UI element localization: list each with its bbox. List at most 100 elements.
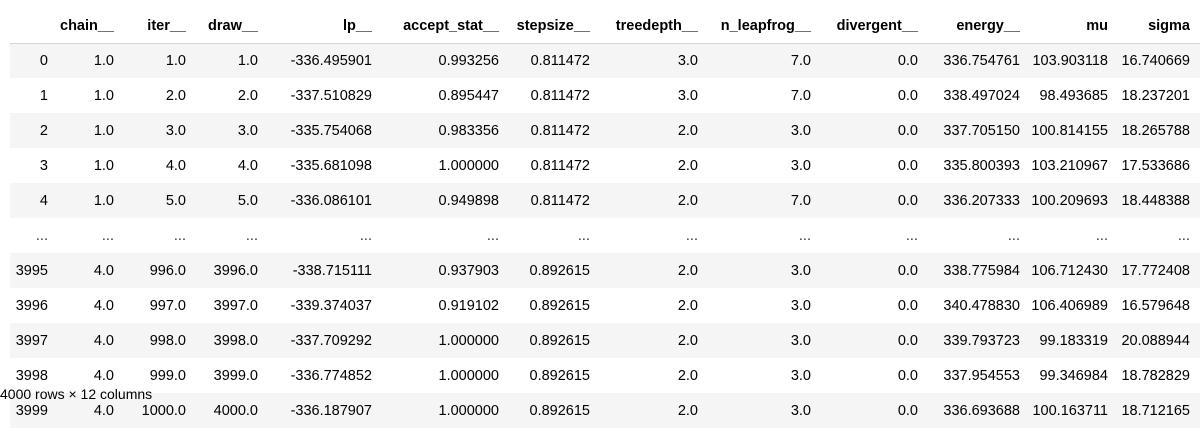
row-index: 3996 (15, 297, 48, 314)
table-cell: 337.954553 (943, 367, 1020, 384)
table-row: 4 1.0 5.0 5.0 -336.086101 0.949898 0.811472 2.0… (10, 183, 1200, 218)
table-cell: 0.0 (897, 52, 918, 69)
table-cell: 2.0 (677, 157, 698, 174)
table-cell: 336.693688 (943, 402, 1020, 419)
column-header: divergent__ (821, 9, 928, 44)
table-cell: 16.740669 (1121, 52, 1190, 69)
table-cell: ... (101, 227, 114, 244)
table-row: 3 1.0 4.0 4.0 -335.681098 1.000000 0.811472 2.0… (10, 148, 1200, 183)
table-cell: ... (685, 227, 698, 244)
table-cell: 3998.0 (213, 332, 258, 349)
row-index: 0 (39, 52, 48, 69)
table-row: 3998 4.0 999.0 3999.0 -336.774852 1.000000 0.8… (10, 358, 1200, 393)
header-row: chain__ iter__ draw__ lp__ accept_stat__ step… (10, 9, 1200, 44)
table-cell: ... (245, 227, 258, 244)
column-header: treedepth__ (600, 9, 708, 44)
table-cell: 3997.0 (213, 297, 258, 314)
table-cell: ... (577, 227, 590, 244)
table-cell: 3.0 (677, 52, 698, 69)
table-cell: 18.237201 (1121, 87, 1190, 104)
table-cell: 99.346984 (1039, 367, 1108, 384)
table-cell: 2.0 (677, 367, 698, 384)
table-cell: 4.0 (93, 297, 114, 314)
table-cell: 1.0 (93, 52, 114, 69)
column-header: lp__ (268, 9, 382, 44)
row-index: ... (35, 227, 48, 244)
table-cell: 1.0 (237, 52, 258, 69)
table-cell: -337.709292 (290, 332, 372, 349)
table-cell: 3.0 (677, 87, 698, 104)
table-cell: 1.000000 (438, 367, 499, 384)
table-cell: 0.0 (897, 332, 918, 349)
table-cell: 4.0 (93, 332, 114, 349)
table-cell: 0.0 (897, 402, 918, 419)
table-cell: 5.0 (237, 192, 258, 209)
table-cell: 100.209693 (1031, 192, 1108, 209)
row-index: 3995 (15, 262, 48, 279)
table-cell: 100.814155 (1031, 122, 1108, 139)
table-cell: 996.0 (149, 262, 186, 279)
ellipsis-row: ....................................... (10, 218, 1200, 253)
table-cell: ... (1007, 227, 1020, 244)
table-cell: -337.510829 (290, 87, 372, 104)
table-cell: 335.800393 (943, 157, 1020, 174)
table-cell: -336.774852 (290, 367, 372, 384)
table-cell: ... (486, 227, 499, 244)
table-cell: 106.712430 (1031, 262, 1108, 279)
table-cell: 0.811472 (530, 87, 590, 104)
table-cell: 18.712165 (1121, 402, 1190, 419)
table-cell: 338.775984 (943, 262, 1020, 279)
table-row: 2 1.0 3.0 3.0 -335.754068 0.983356 0.811472 2.0… (10, 113, 1200, 148)
table-cell: 4.0 (165, 157, 186, 174)
table-cell: 2.0 (677, 192, 698, 209)
table-cell: ... (905, 227, 918, 244)
table-row: 0 1.0 1.0 1.0 -336.495901 0.993256 0.811472 3.0… (10, 43, 1200, 78)
table-cell: 3996.0 (213, 262, 258, 279)
table-cell: 0.993256 (438, 52, 499, 69)
table-cell: 3.0 (790, 297, 811, 314)
table-cell: 0.0 (897, 192, 918, 209)
table-cell: ... (1095, 227, 1108, 244)
table-cell: -336.187907 (290, 402, 372, 419)
table-cell: 0.811472 (530, 122, 590, 139)
table-cell: 17.533686 (1121, 157, 1190, 174)
table-cell: 0.0 (897, 297, 918, 314)
table-cell: 17.772408 (1121, 262, 1190, 279)
table-cell: -338.715111 (292, 262, 372, 279)
table-cell: 340.478830 (943, 297, 1020, 314)
column-header: stepsize__ (509, 9, 600, 44)
table-cell: 336.754761 (943, 52, 1020, 69)
row-index: 3 (39, 157, 48, 174)
table-cell: 3.0 (237, 122, 258, 139)
table-cell: ... (1177, 227, 1190, 244)
index-header (10, 9, 54, 44)
table-cell: 2.0 (677, 297, 698, 314)
table-cell: 0.892615 (529, 332, 590, 349)
table-cell: 339.793723 (943, 332, 1020, 349)
column-header: iter__ (124, 9, 196, 44)
column-header: accept_stat__ (382, 9, 509, 44)
table-cell: 2.0 (677, 262, 698, 279)
table-cell: 103.903118 (1032, 52, 1108, 69)
table-cell: 99.183319 (1039, 332, 1108, 349)
table-cell: 1.0 (93, 157, 114, 174)
table-cell: 7.0 (790, 52, 811, 69)
table-cell: 0.0 (897, 262, 918, 279)
table-cell: 337.705150 (943, 122, 1020, 139)
column-header: chain__ (54, 9, 124, 44)
table-cell: -335.754068 (290, 122, 372, 139)
table-cell: 0.811472 (530, 157, 590, 174)
table-cell: 100.163711 (1032, 402, 1108, 419)
table-cell: 1.000000 (438, 332, 499, 349)
dataframe-output: chain__ iter__ draw__ lp__ accept_stat__ step… (0, 0, 1200, 428)
table-cell: 4.0 (237, 157, 258, 174)
table-cell: -339.374037 (290, 297, 372, 314)
table-cell: 1.0 (93, 192, 114, 209)
table-cell: 3.0 (790, 157, 811, 174)
table-cell: 16.579648 (1121, 297, 1190, 314)
table-cell: 4000.0 (213, 402, 258, 419)
table-cell: 0.983356 (438, 122, 499, 139)
table-cell: 18.265788 (1121, 122, 1190, 139)
column-header: mu (1030, 9, 1118, 44)
column-header: sigma (1118, 9, 1200, 44)
